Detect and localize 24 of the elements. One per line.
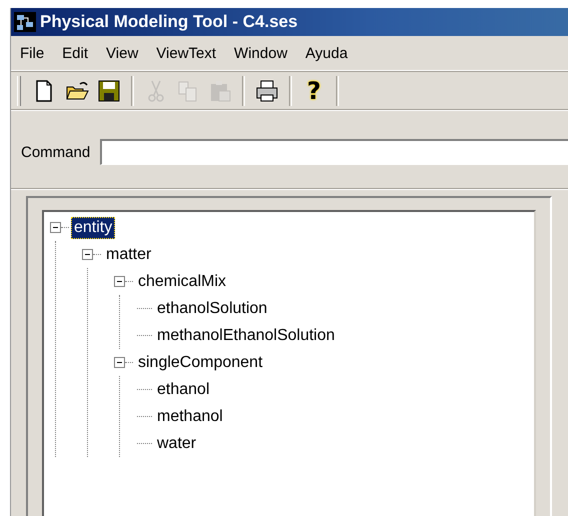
collapse-icon[interactable] (114, 357, 125, 368)
menu-item[interactable]: File (11, 42, 54, 64)
app-logo-icon (13, 10, 37, 34)
collapse-icon[interactable] (114, 276, 125, 287)
window-title: Physical Modeling Tool - C4.ses (40, 12, 298, 32)
menu-item[interactable]: View (97, 42, 148, 64)
menu-item[interactable]: Edit (53, 42, 98, 64)
tree-item[interactable]: methanolEthanolSolution (154, 324, 338, 346)
menu-item[interactable]: Window (225, 42, 296, 64)
menu-item[interactable]: Ayuda (296, 42, 357, 64)
tree-item[interactable]: entity (71, 216, 116, 238)
command-field[interactable] (100, 139, 568, 165)
tree-item[interactable]: water (154, 432, 200, 454)
tree-item[interactable]: methanol (154, 406, 226, 428)
collapse-icon[interactable] (50, 222, 61, 233)
tree-item[interactable]: ethanol (154, 378, 212, 400)
tree-item[interactable]: chemicalMix (135, 270, 230, 292)
menu-item[interactable]: ViewText (147, 42, 226, 64)
command-label: Command (21, 144, 90, 160)
tree-item[interactable]: ethanolSolution (154, 298, 270, 320)
help-button[interactable]: ? (300, 76, 328, 106)
collapse-icon[interactable] (82, 249, 93, 260)
tree-item[interactable]: matter (103, 244, 154, 266)
tree-item[interactable]: singleComponent (135, 352, 266, 374)
